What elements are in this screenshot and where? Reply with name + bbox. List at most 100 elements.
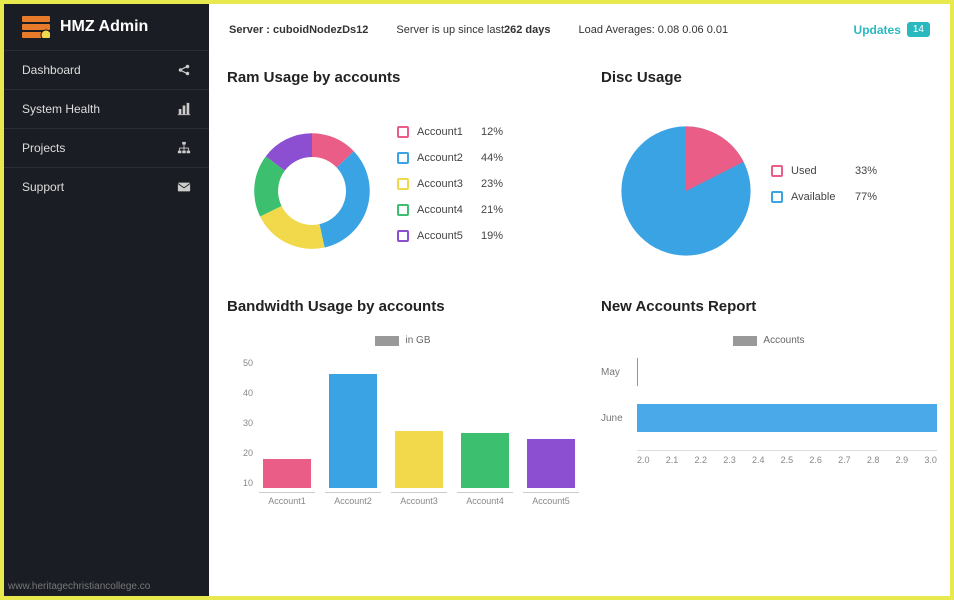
envelope-icon bbox=[177, 180, 191, 194]
legend-value: 21% bbox=[481, 204, 515, 216]
legend-row: Account3 23% bbox=[397, 178, 515, 190]
legend-label: Account2 bbox=[417, 152, 481, 164]
legend-row: Account4 21% bbox=[397, 204, 515, 216]
app-logo: HMZ Admin bbox=[4, 4, 209, 50]
legend-value: 19% bbox=[481, 230, 515, 242]
sitemap-icon bbox=[177, 141, 191, 155]
uptime-value: 262 days bbox=[504, 24, 550, 36]
server-icon bbox=[22, 16, 50, 38]
accounts-legend: Accounts bbox=[601, 335, 937, 346]
accounts-hbar-chart: May June bbox=[601, 352, 937, 432]
bar-label: Account4 bbox=[457, 492, 513, 506]
app-name: HMZ Admin bbox=[60, 18, 148, 36]
legend-label: Account5 bbox=[417, 230, 481, 242]
legend-row: Account1 12% bbox=[397, 126, 515, 138]
legend-label: Account3 bbox=[417, 178, 481, 190]
y-tick: 10 bbox=[231, 478, 253, 488]
disc-pie-chart bbox=[601, 106, 771, 276]
y-axis: 5040302010 bbox=[231, 358, 253, 488]
sidebar-item-system-health[interactable]: System Health bbox=[4, 89, 209, 128]
sidebar-item-dashboard[interactable]: Dashboard bbox=[4, 50, 209, 89]
sidebar-item-label: System Health bbox=[22, 102, 100, 116]
panel-new-accounts: New Accounts Report Accounts May June 2.… bbox=[601, 298, 937, 506]
x-tick: 2.1 bbox=[666, 455, 679, 465]
legend-row: Account5 19% bbox=[397, 230, 515, 242]
legend-label: Account1 bbox=[417, 126, 481, 138]
legend-value: 77% bbox=[855, 191, 889, 203]
sidebar-item-support[interactable]: Support bbox=[4, 167, 209, 206]
share-icon bbox=[177, 63, 191, 77]
hbar bbox=[637, 358, 638, 386]
ram-legend: Account1 12% Account2 44% Account3 23% A… bbox=[397, 126, 515, 256]
x-tick: 2.9 bbox=[896, 455, 909, 465]
uptime-label: Server is up since last bbox=[396, 24, 504, 36]
legend-row: Available 77% bbox=[771, 191, 889, 203]
panel-bandwidth: Bandwidth Usage by accounts in GB 504030… bbox=[227, 298, 579, 506]
main-content: Server : cuboidNodezDs12 Server is up si… bbox=[209, 4, 950, 596]
panel-title: Bandwidth Usage by accounts bbox=[227, 298, 579, 315]
legend-label: Used bbox=[791, 165, 855, 177]
panel-disc-usage: Disc Usage Used 33% Available 77% bbox=[601, 69, 937, 276]
legend-row: Account2 44% bbox=[397, 152, 515, 164]
legend-swatch bbox=[771, 165, 783, 177]
hbar bbox=[637, 404, 937, 432]
x-tick: 2.4 bbox=[752, 455, 765, 465]
legend-swatch bbox=[397, 204, 409, 216]
legend-value: 33% bbox=[855, 165, 889, 177]
bar bbox=[527, 439, 575, 488]
bar-group: Account3 bbox=[391, 431, 447, 506]
bar-group: Account5 bbox=[523, 439, 579, 506]
bar bbox=[395, 431, 443, 488]
sidebar-item-label: Support bbox=[22, 180, 64, 194]
bandwidth-legend: in GB bbox=[227, 335, 579, 346]
bar-group: Account1 bbox=[259, 459, 315, 506]
hbar-row: June bbox=[601, 404, 937, 432]
updates-badge: 14 bbox=[907, 22, 930, 37]
hbar-label: May bbox=[601, 367, 637, 378]
bar-group: Account2 bbox=[325, 374, 381, 506]
sidebar-item-label: Dashboard bbox=[22, 63, 81, 77]
x-tick: 2.7 bbox=[838, 455, 851, 465]
disc-legend: Used 33% Available 77% bbox=[771, 165, 889, 217]
hbar-label: June bbox=[601, 413, 637, 424]
y-tick: 20 bbox=[231, 448, 253, 458]
bar bbox=[461, 433, 509, 488]
x-axis: 2.02.12.22.32.42.52.62.72.82.93.0 bbox=[637, 450, 937, 465]
bar-label: Account5 bbox=[523, 492, 579, 506]
ram-donut-chart bbox=[227, 106, 397, 276]
legend-value: 12% bbox=[481, 126, 515, 138]
bar bbox=[263, 459, 311, 488]
legend-label: Account4 bbox=[417, 204, 481, 216]
panel-ram-usage: Ram Usage by accounts Account1 12% Accou… bbox=[227, 69, 579, 276]
bandwidth-bar-chart: 5040302010 Account1 Account2 Account3 Ac… bbox=[259, 356, 579, 506]
legend-swatch bbox=[397, 230, 409, 242]
sidebar-item-projects[interactable]: Projects bbox=[4, 128, 209, 167]
sidebar: HMZ Admin Dashboard System Health Projec… bbox=[4, 4, 209, 596]
updates-link[interactable]: Updates bbox=[854, 23, 901, 37]
panel-title: Disc Usage bbox=[601, 69, 937, 86]
server-value: cuboidNodezDs12 bbox=[273, 24, 368, 36]
x-tick: 2.6 bbox=[809, 455, 822, 465]
legend-swatch bbox=[397, 126, 409, 138]
x-tick: 2.8 bbox=[867, 455, 880, 465]
bar-label: Account3 bbox=[391, 492, 447, 506]
sidebar-item-label: Projects bbox=[22, 141, 65, 155]
legend-label: Accounts bbox=[763, 335, 804, 346]
legend-label: in GB bbox=[405, 335, 430, 346]
bar-group: Account4 bbox=[457, 433, 513, 506]
x-tick: 2.5 bbox=[781, 455, 794, 465]
legend-row: Used 33% bbox=[771, 165, 889, 177]
legend-swatch bbox=[771, 191, 783, 203]
y-tick: 50 bbox=[231, 358, 253, 368]
legend-swatch bbox=[397, 178, 409, 190]
panel-title: Ram Usage by accounts bbox=[227, 69, 579, 86]
bar-label: Account1 bbox=[259, 492, 315, 506]
x-tick: 3.0 bbox=[924, 455, 937, 465]
legend-value: 23% bbox=[481, 178, 515, 190]
x-tick: 2.2 bbox=[694, 455, 707, 465]
legend-label: Available bbox=[791, 191, 855, 203]
bar-label: Account2 bbox=[325, 492, 381, 506]
bar bbox=[329, 374, 377, 488]
load-averages: Load Averages: 0.08 0.06 0.01 bbox=[579, 24, 729, 36]
uptime-info: Server is up since last262 days bbox=[396, 24, 550, 36]
